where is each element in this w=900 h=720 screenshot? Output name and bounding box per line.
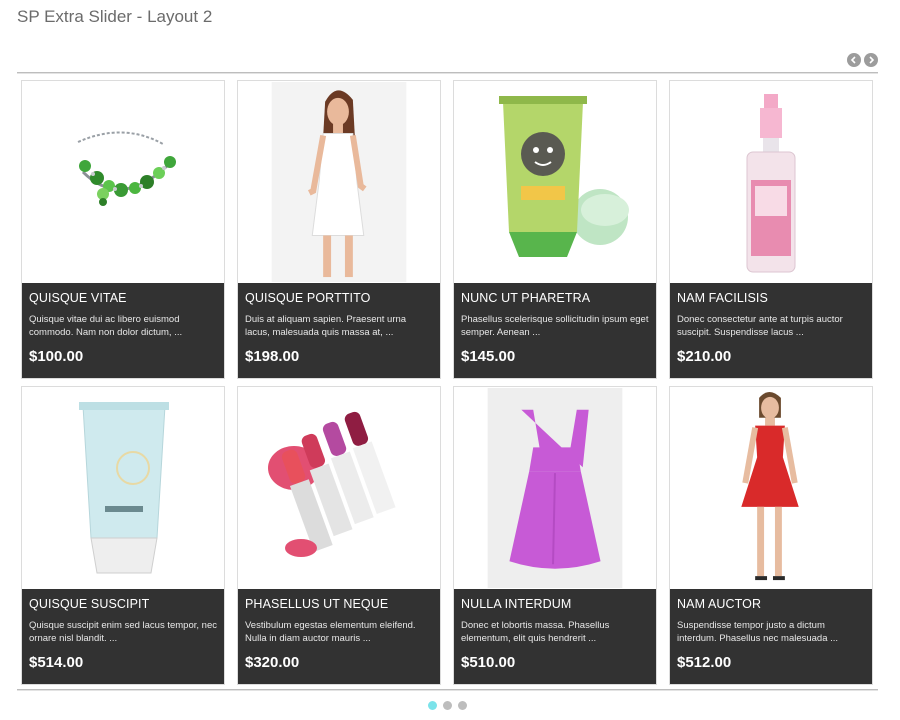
product-title[interactable]: QUISQUE SUSCIPIT xyxy=(29,597,217,611)
pagination xyxy=(428,701,467,710)
product-image[interactable] xyxy=(454,387,656,589)
product-grid: QUISQUE VITAE Quisque vitae dui ac liber… xyxy=(21,80,874,685)
product-image[interactable] xyxy=(238,81,440,283)
product-card[interactable]: QUISQUE PORTTITO Duis at aliquam sapien.… xyxy=(237,80,441,379)
red-dress-image xyxy=(741,391,799,581)
product-card[interactable]: NAM FACILISIS Donec consectetur ante at … xyxy=(669,80,873,379)
purple-dress-image xyxy=(487,387,623,589)
product-image[interactable] xyxy=(22,81,224,283)
bottom-divider xyxy=(17,689,878,691)
product-description: Donec consectetur ante at turpis auctor … xyxy=(677,314,843,338)
product-card[interactable]: NUNC UT PHARETRA Phasellus scelerisque s… xyxy=(453,80,657,379)
product-price: $210.00 xyxy=(677,348,732,365)
product-description: Phasellus scelerisque sollicitudin ipsum… xyxy=(461,314,649,338)
product-title[interactable]: NUNC UT PHARETRA xyxy=(461,291,649,305)
product-image[interactable] xyxy=(670,387,872,589)
chevron-left-icon xyxy=(850,56,856,64)
spray-bottle-image xyxy=(746,94,796,273)
page-dot-2[interactable] xyxy=(443,701,452,710)
product-card[interactable]: QUISQUE VITAE Quisque vitae dui ac liber… xyxy=(21,80,225,379)
product-title[interactable]: NAM AUCTOR xyxy=(677,597,865,611)
product-price: $320.00 xyxy=(245,654,300,671)
product-title[interactable]: NULLA INTERDUM xyxy=(461,597,649,611)
product-description: Suspendisse tempor justo a dictum interd… xyxy=(677,620,839,644)
product-info: PHASELLUS UT NEQUE Vestibulum egestas el… xyxy=(238,589,440,684)
product-image[interactable] xyxy=(22,387,224,589)
page-title: SP Extra Slider - Layout 2 xyxy=(17,7,213,26)
product-info: QUISQUE PORTTITO Duis at aliquam sapien.… xyxy=(238,283,440,378)
product-image[interactable] xyxy=(670,81,872,283)
product-title[interactable]: NAM FACILISIS xyxy=(677,291,865,305)
product-price: $514.00 xyxy=(29,654,84,671)
product-price: $512.00 xyxy=(677,654,732,671)
product-description: Vestibulum egestas elementum eleifend. N… xyxy=(245,620,416,644)
product-description: Quisque suscipit enim sed lacus tempor, … xyxy=(29,620,217,644)
product-price: $510.00 xyxy=(461,654,516,671)
cream-tube-image xyxy=(79,402,169,574)
slider-nav xyxy=(847,53,878,67)
chevron-right-icon xyxy=(869,56,875,64)
product-title[interactable]: QUISQUE VITAE xyxy=(29,291,217,305)
page-dot-3[interactable] xyxy=(458,701,467,710)
product-card[interactable]: NAM AUCTOR Suspendisse tempor justo a di… xyxy=(669,386,873,685)
next-button[interactable] xyxy=(864,53,878,67)
product-card[interactable]: NULLA INTERDUM Donec et lobortis massa. … xyxy=(453,386,657,685)
product-card[interactable]: PHASELLUS UT NEQUE Vestibulum egestas el… xyxy=(237,386,441,685)
bracelet-image xyxy=(77,131,176,206)
product-card[interactable]: QUISQUE SUSCIPIT Quisque suscipit enim s… xyxy=(21,386,225,685)
product-title[interactable]: QUISQUE PORTTITO xyxy=(245,291,433,305)
white-dress-image xyxy=(271,81,407,283)
product-title[interactable]: PHASELLUS UT NEQUE xyxy=(245,597,433,611)
product-info: NAM AUCTOR Suspendisse tempor justo a di… xyxy=(670,589,872,684)
product-price: $145.00 xyxy=(461,348,516,365)
product-description: Donec et lobortis massa. Phasellus eleme… xyxy=(461,620,610,644)
top-divider xyxy=(17,72,878,74)
product-info: NULLA INTERDUM Donec et lobortis massa. … xyxy=(454,589,656,684)
product-description: Quisque vitae dui ac libero euismod comm… xyxy=(29,314,183,338)
product-description: Duis at aliquam sapien. Praesent urna la… xyxy=(245,314,407,338)
product-info: QUISQUE SUSCIPIT Quisque suscipit enim s… xyxy=(22,589,224,684)
prev-button[interactable] xyxy=(847,53,861,67)
page-dot-1[interactable] xyxy=(428,701,437,710)
product-price: $198.00 xyxy=(245,348,300,365)
product-image[interactable] xyxy=(454,81,656,283)
product-info: QUISQUE VITAE Quisque vitae dui ac liber… xyxy=(22,283,224,378)
product-price: $100.00 xyxy=(29,348,84,365)
product-info: NUNC UT PHARETRA Phasellus scelerisque s… xyxy=(454,283,656,378)
product-image[interactable] xyxy=(238,387,440,589)
product-info: NAM FACILISIS Donec consectetur ante at … xyxy=(670,283,872,378)
clay-pack-image xyxy=(499,96,629,257)
lipsticks-image xyxy=(268,411,396,557)
